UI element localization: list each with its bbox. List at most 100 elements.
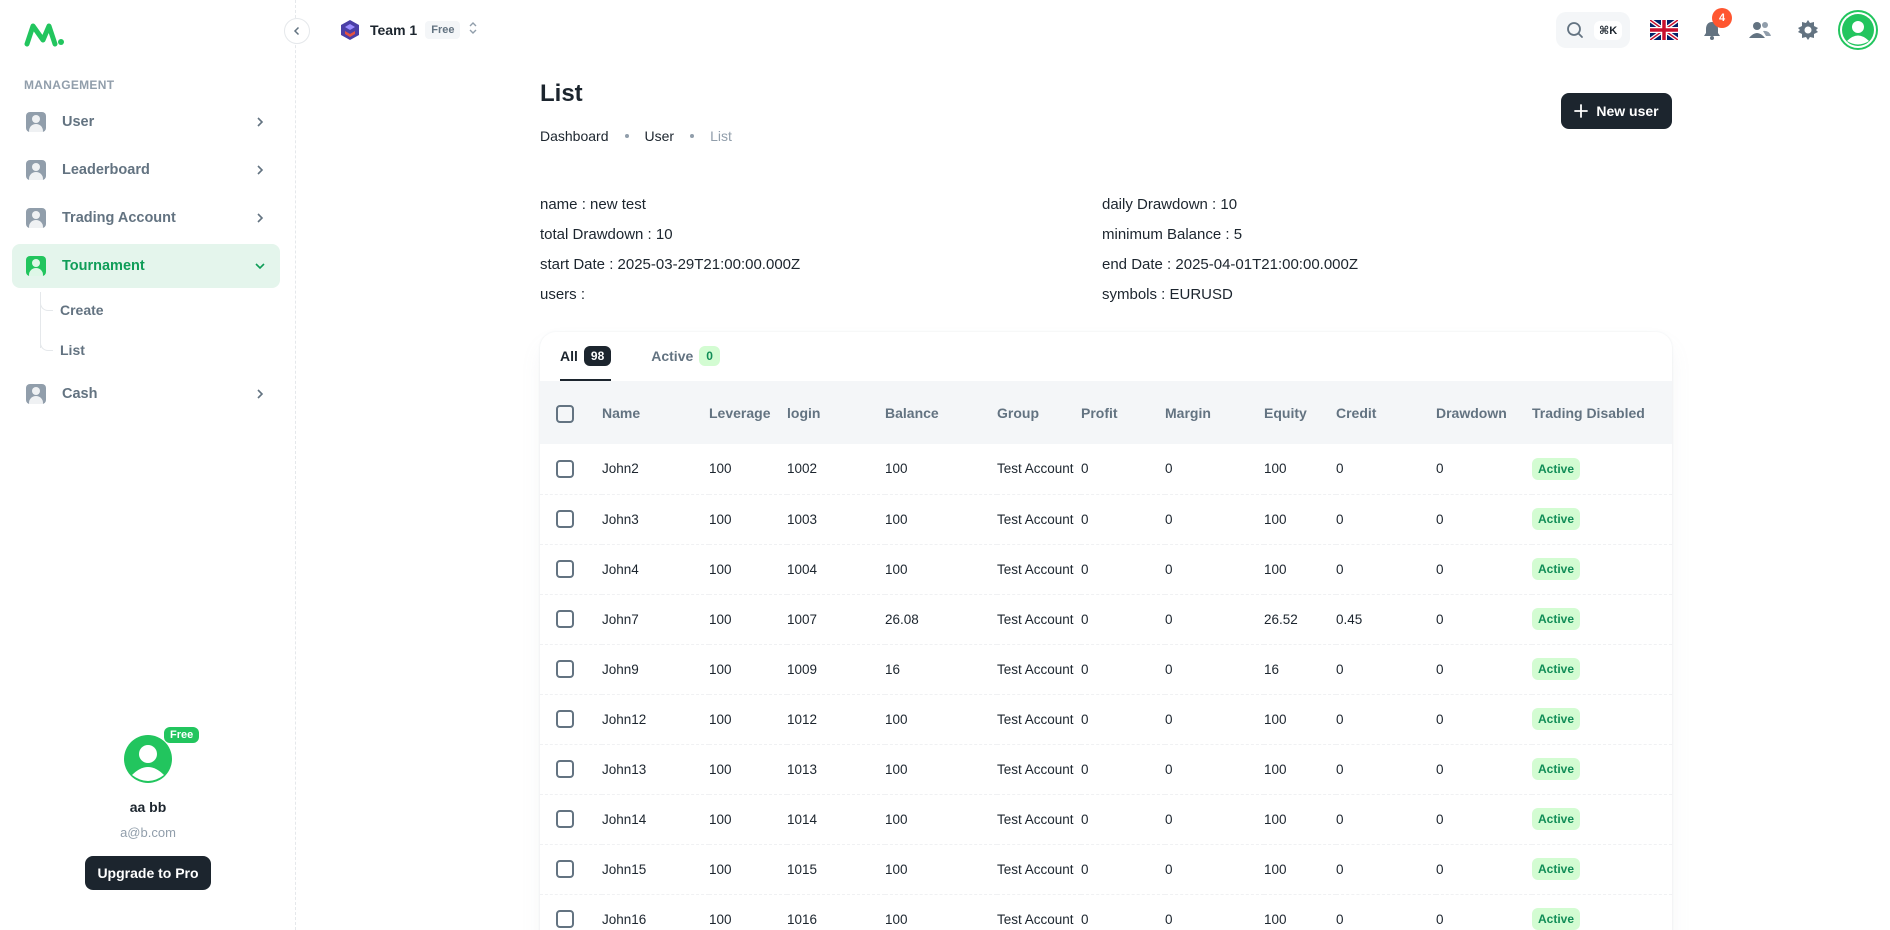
team-switcher[interactable]: Team 1 Free: [340, 16, 478, 44]
info-name: name : new test: [540, 196, 646, 213]
row-checkbox[interactable]: [556, 660, 574, 678]
status-badge: Active: [1532, 758, 1581, 780]
new-user-button[interactable]: New user: [1561, 93, 1672, 129]
column-header-group[interactable]: Group: [997, 382, 1081, 444]
column-header-margin[interactable]: Margin: [1165, 382, 1264, 444]
row-checkbox[interactable]: [556, 810, 574, 828]
row-checkbox[interactable]: [556, 860, 574, 878]
cell-balance: 100: [885, 494, 997, 545]
sidebar-item-label: Tournament: [62, 258, 145, 274]
table-row[interactable]: John14 100 1014 100 Test Account 0 0 100 0 0 Activ…: [540, 794, 1672, 845]
tournament-info-left: name : new test total Drawdown : 10 star…: [540, 190, 800, 310]
cell-margin: 0: [1165, 794, 1264, 845]
language-button[interactable]: [1644, 10, 1684, 50]
column-header-equity[interactable]: Equity: [1264, 382, 1336, 444]
sidebar-item-leaderboard[interactable]: Leaderboard: [12, 148, 280, 192]
table-row[interactable]: John7 100 1007 26.08 Test Account 0 0 26.52 0.45…: [540, 594, 1672, 645]
sidebar-item-trading-account[interactable]: Trading Account: [12, 196, 280, 240]
row-checkbox[interactable]: [556, 910, 574, 928]
cell-leverage: 100: [709, 844, 787, 895]
tab-count-badge: 98: [583, 346, 612, 366]
cell-credit: 0: [1336, 494, 1436, 545]
cell-drawdown: 0: [1436, 794, 1532, 845]
column-header-login[interactable]: login: [787, 382, 885, 444]
table-row[interactable]: John16 100 1016 100 Test Account 0 0 100 0 0 Activ…: [540, 894, 1672, 930]
table-row[interactable]: John4 100 1004 100 Test Account 0 0 100 0 0 Active: [540, 544, 1672, 595]
cell-leverage: 100: [709, 794, 787, 845]
cell-profit: 0: [1081, 444, 1165, 495]
cell-name: John2: [602, 444, 709, 495]
column-header-name[interactable]: Name: [602, 382, 709, 444]
breadcrumb-dashboard[interactable]: Dashboard: [540, 128, 609, 144]
settings-button[interactable]: [1788, 10, 1828, 50]
breadcrumb: Dashboard User List: [540, 128, 732, 144]
cell-balance: 100: [885, 544, 997, 595]
info-users: users :: [540, 286, 586, 303]
sidebar-subitem-list[interactable]: List: [40, 332, 280, 368]
cell-profit: 0: [1081, 644, 1165, 695]
cell-equity: 100: [1264, 744, 1336, 795]
column-header-drawdown[interactable]: Drawdown: [1436, 382, 1532, 444]
info-symbols: symbols : EURUSD: [1102, 286, 1233, 303]
row-select-cell: [540, 794, 602, 845]
status-badge: Active: [1532, 558, 1581, 580]
cell-drawdown: 0: [1436, 844, 1532, 895]
notification-count-badge: 4: [1712, 8, 1732, 28]
table-row[interactable]: John9 100 1009 16 Test Account 0 0 16 0 0 Active: [540, 644, 1672, 695]
cell-trading-disabled: Active: [1532, 844, 1672, 895]
search-button[interactable]: ⌘K: [1556, 12, 1630, 48]
status-badge: Active: [1532, 858, 1581, 880]
cell-drawdown: 0: [1436, 444, 1532, 495]
account-avatar-button[interactable]: [1838, 10, 1878, 50]
column-header-profit[interactable]: Profit: [1081, 382, 1165, 444]
sidebar-subitem-create[interactable]: Create: [40, 292, 280, 328]
user-name: aa bb: [129, 799, 167, 815]
users-table-card: All 98 Active 0 Name Leverage login Bala…: [540, 332, 1672, 930]
cell-equity: 100: [1264, 494, 1336, 545]
chevron-right-icon: [252, 386, 268, 402]
team-name: Team 1: [370, 22, 418, 38]
sidebar-item-user[interactable]: User: [12, 100, 280, 144]
cell-margin: 0: [1165, 594, 1264, 645]
tab-active[interactable]: Active 0: [651, 332, 720, 381]
chevron-right-icon: [252, 114, 268, 130]
row-checkbox[interactable]: [556, 510, 574, 528]
row-checkbox[interactable]: [556, 459, 574, 478]
select-all-checkbox[interactable]: [556, 405, 574, 424]
cell-leverage: 100: [709, 594, 787, 645]
table-row[interactable]: John12 100 1012 100 Test Account 0 0 100 0 0 Activ…: [540, 694, 1672, 745]
table-row[interactable]: John2 100 1002 100 Test Account 0 0 100 0 0 Active: [540, 444, 1672, 495]
row-checkbox[interactable]: [556, 710, 574, 728]
status-badge: Active: [1532, 508, 1581, 530]
cell-balance: 100: [885, 794, 997, 845]
row-select-cell: [540, 594, 602, 645]
cell-balance: 16: [885, 644, 997, 695]
contacts-button[interactable]: [1740, 10, 1780, 50]
cell-margin: 0: [1165, 894, 1264, 930]
row-checkbox[interactable]: [556, 560, 574, 578]
table-row[interactable]: John15 100 1015 100 Test Account 0 0 100 0 0 Activ…: [540, 844, 1672, 895]
app-logo[interactable]: [24, 20, 66, 48]
upgrade-button[interactable]: Upgrade to Pro: [85, 856, 211, 890]
column-header-credit[interactable]: Credit: [1336, 382, 1436, 444]
sidebar-item-cash[interactable]: Cash: [12, 372, 280, 416]
cell-equity: 26.52: [1264, 594, 1336, 645]
cell-leverage: 100: [709, 744, 787, 795]
table-row[interactable]: John13 100 1013 100 Test Account 0 0 100 0 0 Activ…: [540, 744, 1672, 795]
breadcrumb-user[interactable]: User: [645, 128, 675, 144]
notifications-button[interactable]: 4: [1692, 8, 1732, 50]
cell-group: Test Account: [997, 494, 1081, 545]
cell-name: John7: [602, 594, 709, 645]
row-checkbox[interactable]: [556, 610, 574, 628]
sidebar-collapse-button[interactable]: [284, 18, 310, 44]
cell-drawdown: 0: [1436, 744, 1532, 795]
sidebar-item-tournament[interactable]: Tournament: [12, 244, 280, 288]
column-header-trading-disabled[interactable]: Trading Disabled: [1532, 382, 1672, 444]
table-row[interactable]: John3 100 1003 100 Test Account 0 0 100 0 0 Active: [540, 494, 1672, 545]
cell-drawdown: 0: [1436, 544, 1532, 595]
column-header-leverage[interactable]: Leverage: [709, 382, 787, 444]
cell-drawdown: 0: [1436, 594, 1532, 645]
tab-all[interactable]: All 98: [560, 332, 612, 381]
row-checkbox[interactable]: [556, 760, 574, 778]
column-header-balance[interactable]: Balance: [885, 382, 997, 444]
